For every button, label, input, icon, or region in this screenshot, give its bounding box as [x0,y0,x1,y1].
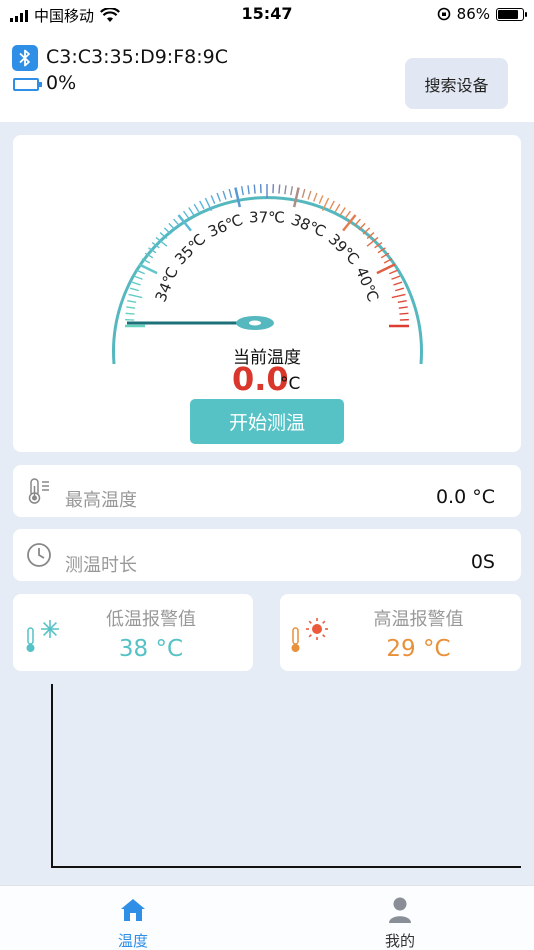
gauge-tick [173,218,181,227]
gauge-tick [222,190,227,200]
duration-label: 测温时长 [65,555,137,576]
gauge-tick [391,275,401,280]
gauge-tick [313,192,318,202]
temperature-chart [51,684,521,868]
gauge-tick [301,188,306,198]
gauge-tick [393,281,403,286]
gauge-tick [136,269,145,275]
gauge-tick [344,210,352,219]
gauge-tick [193,203,200,213]
gauge-tick [290,186,294,196]
gauge-tick [334,203,341,213]
gauge-tick [199,200,205,210]
gauge-pivot-center [249,320,261,326]
gauge-tick [234,187,242,208]
gauge-tick [318,195,324,204]
gauge-tick [127,299,137,303]
tab-mine[interactable]: 我的 [340,886,460,950]
gauge-tick [210,195,216,204]
gauge-tick [398,306,408,309]
gauge-tick [395,287,405,292]
gauge-tick [307,190,312,200]
gauge-tick-label: 37℃ [249,209,285,227]
max-temp-label: 最高温度 [65,490,137,511]
low-alarm-card[interactable]: 低温报警值 38 °C [13,594,253,671]
gauge-tick [125,312,135,315]
tab-mine-label: 我的 [384,932,415,950]
duration-value: 0S [470,551,495,573]
gauge-tick [129,287,139,292]
gauge-tick [399,312,409,315]
gauge-tick [329,200,335,210]
gauge-tick [182,210,190,219]
gauge-tick [391,293,406,299]
tab-temperature-label: 温度 [117,932,148,950]
gauge-tick [292,187,300,208]
clock-icon [27,543,51,567]
high-alarm-value: 29 °C [386,636,451,662]
gauge-tick [133,275,143,280]
gauge-tick-label: 34℃ [152,264,182,304]
gauge-tick [253,184,256,194]
gauge-tick-label: 36℃ [205,211,245,241]
gauge-tick [216,192,221,202]
high-alarm-label: 高温报警值 [373,609,464,630]
gauge-tick [247,185,250,195]
thermometer-icon [28,478,49,504]
gauge-tick [397,299,407,303]
high-alarm-card[interactable]: 高温报警值 29 °C [280,594,521,671]
gauge-tick [228,188,233,198]
gauge-tick [128,293,143,299]
low-alarm-label: 低温报警值 [106,609,196,630]
gauge-tick [240,186,244,196]
duration-row: 测温时长 0S [13,529,521,581]
max-temp-row: 最高温度 0.0 °C [13,465,521,517]
start-measure-button[interactable]: 开始测温 [190,399,344,444]
gauge-tick [188,207,195,216]
gauge-tick [131,281,141,286]
tab-bar: 温度 我的 [0,885,534,950]
tab-temperature[interactable]: 温度 [73,886,193,950]
gauge-tick [126,306,136,309]
current-temp-unit: °C [280,374,301,394]
gauge-tick-label: 40℃ [352,264,382,304]
user-icon [389,897,411,923]
home-icon [121,899,145,921]
gauge-tick [284,185,287,195]
gauge-tick [389,269,398,275]
gauge-tick-label: 35℃ [171,230,209,268]
gauge-tick-label: 38℃ [288,211,328,241]
gauge-tick-label: 39℃ [325,230,363,268]
gauge-tick [339,207,346,216]
low-alarm-value: 38 °C [118,636,184,662]
gauge-tick [278,184,281,194]
max-temp-value: 0.0 °C [435,486,495,508]
